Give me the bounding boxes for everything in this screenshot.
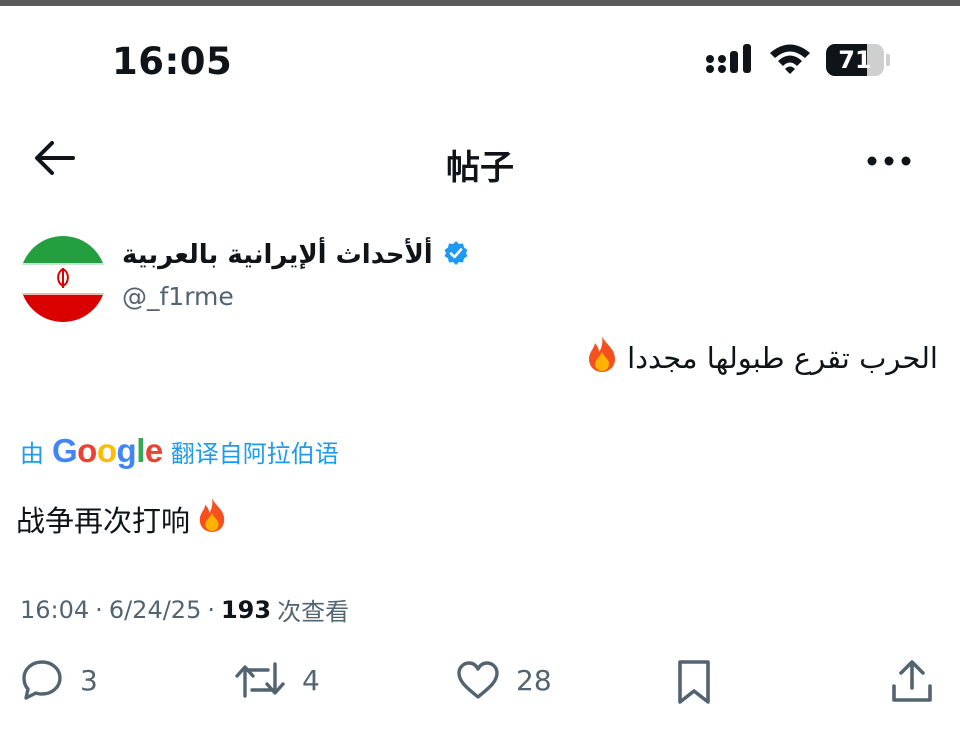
fire-emoji-icon xyxy=(196,496,228,541)
heart-icon xyxy=(456,658,500,702)
author-name-row[interactable]: ألأحداث ألإيرانية بالعربية xyxy=(122,240,469,270)
translation-suffix: 翻译自阿拉伯语 xyxy=(170,439,339,468)
nav-bar: 帖子 xyxy=(0,130,960,190)
like-count: 28 xyxy=(516,663,552,697)
cellular-signal-icon xyxy=(706,42,754,78)
more-horizontal-icon xyxy=(867,151,911,170)
tweet-meta: 16:04 · 6/24/25 · 193 次查看 xyxy=(20,592,349,627)
retweet-button[interactable]: 4 xyxy=(234,658,320,702)
author-handle[interactable]: @_f1rme xyxy=(122,282,234,311)
meta-separator: · xyxy=(207,595,215,624)
retweet-icon xyxy=(234,658,286,702)
wifi-icon xyxy=(768,42,812,78)
more-options-button[interactable] xyxy=(864,140,914,180)
battery-icon: 71 xyxy=(826,44,884,76)
iran-flag-image xyxy=(20,236,106,322)
fire-emoji-icon xyxy=(585,334,619,381)
views-label[interactable]: 次查看 xyxy=(277,592,349,627)
battery-level: 71 xyxy=(838,46,872,74)
share-button[interactable] xyxy=(890,658,934,704)
status-time: 16:05 xyxy=(112,40,233,83)
reply-button[interactable]: 3 xyxy=(20,658,98,702)
bookmark-button[interactable] xyxy=(674,658,714,706)
like-button[interactable]: 28 xyxy=(456,658,552,702)
reply-icon xyxy=(20,658,64,702)
google-logo: Google xyxy=(52,432,163,469)
page-title: 帖子 xyxy=(446,148,514,188)
views-count[interactable]: 193 xyxy=(221,596,271,624)
tweet-date: 6/24/25 xyxy=(108,595,202,624)
avatar[interactable] xyxy=(20,236,106,322)
top-edge-bar xyxy=(0,0,960,6)
meta-separator: · xyxy=(95,595,103,624)
author-name[interactable]: ألأحداث ألإيرانية بالعربية xyxy=(122,240,433,270)
reply-count: 3 xyxy=(80,663,98,697)
tweet-text: الحرب تقرع طبولها مجددا xyxy=(585,334,938,381)
bookmark-icon xyxy=(674,658,714,706)
verified-badge-icon xyxy=(443,240,469,270)
translated-text: 战争再次打响 xyxy=(16,496,228,541)
translated-text-content: 战争再次打响 xyxy=(16,503,191,538)
share-icon xyxy=(890,658,934,704)
battery-cap xyxy=(886,54,890,66)
tweet-time: 16:04 xyxy=(20,595,90,624)
retweet-count: 4 xyxy=(302,663,320,697)
status-icons: 71 xyxy=(706,42,890,78)
translation-prefix: 由 xyxy=(20,439,44,468)
tweet-text-content: الحرب تقرع طبولها مجددا xyxy=(627,340,938,375)
translation-attribution[interactable]: 由 Google 翻译自阿拉伯语 xyxy=(20,432,339,470)
